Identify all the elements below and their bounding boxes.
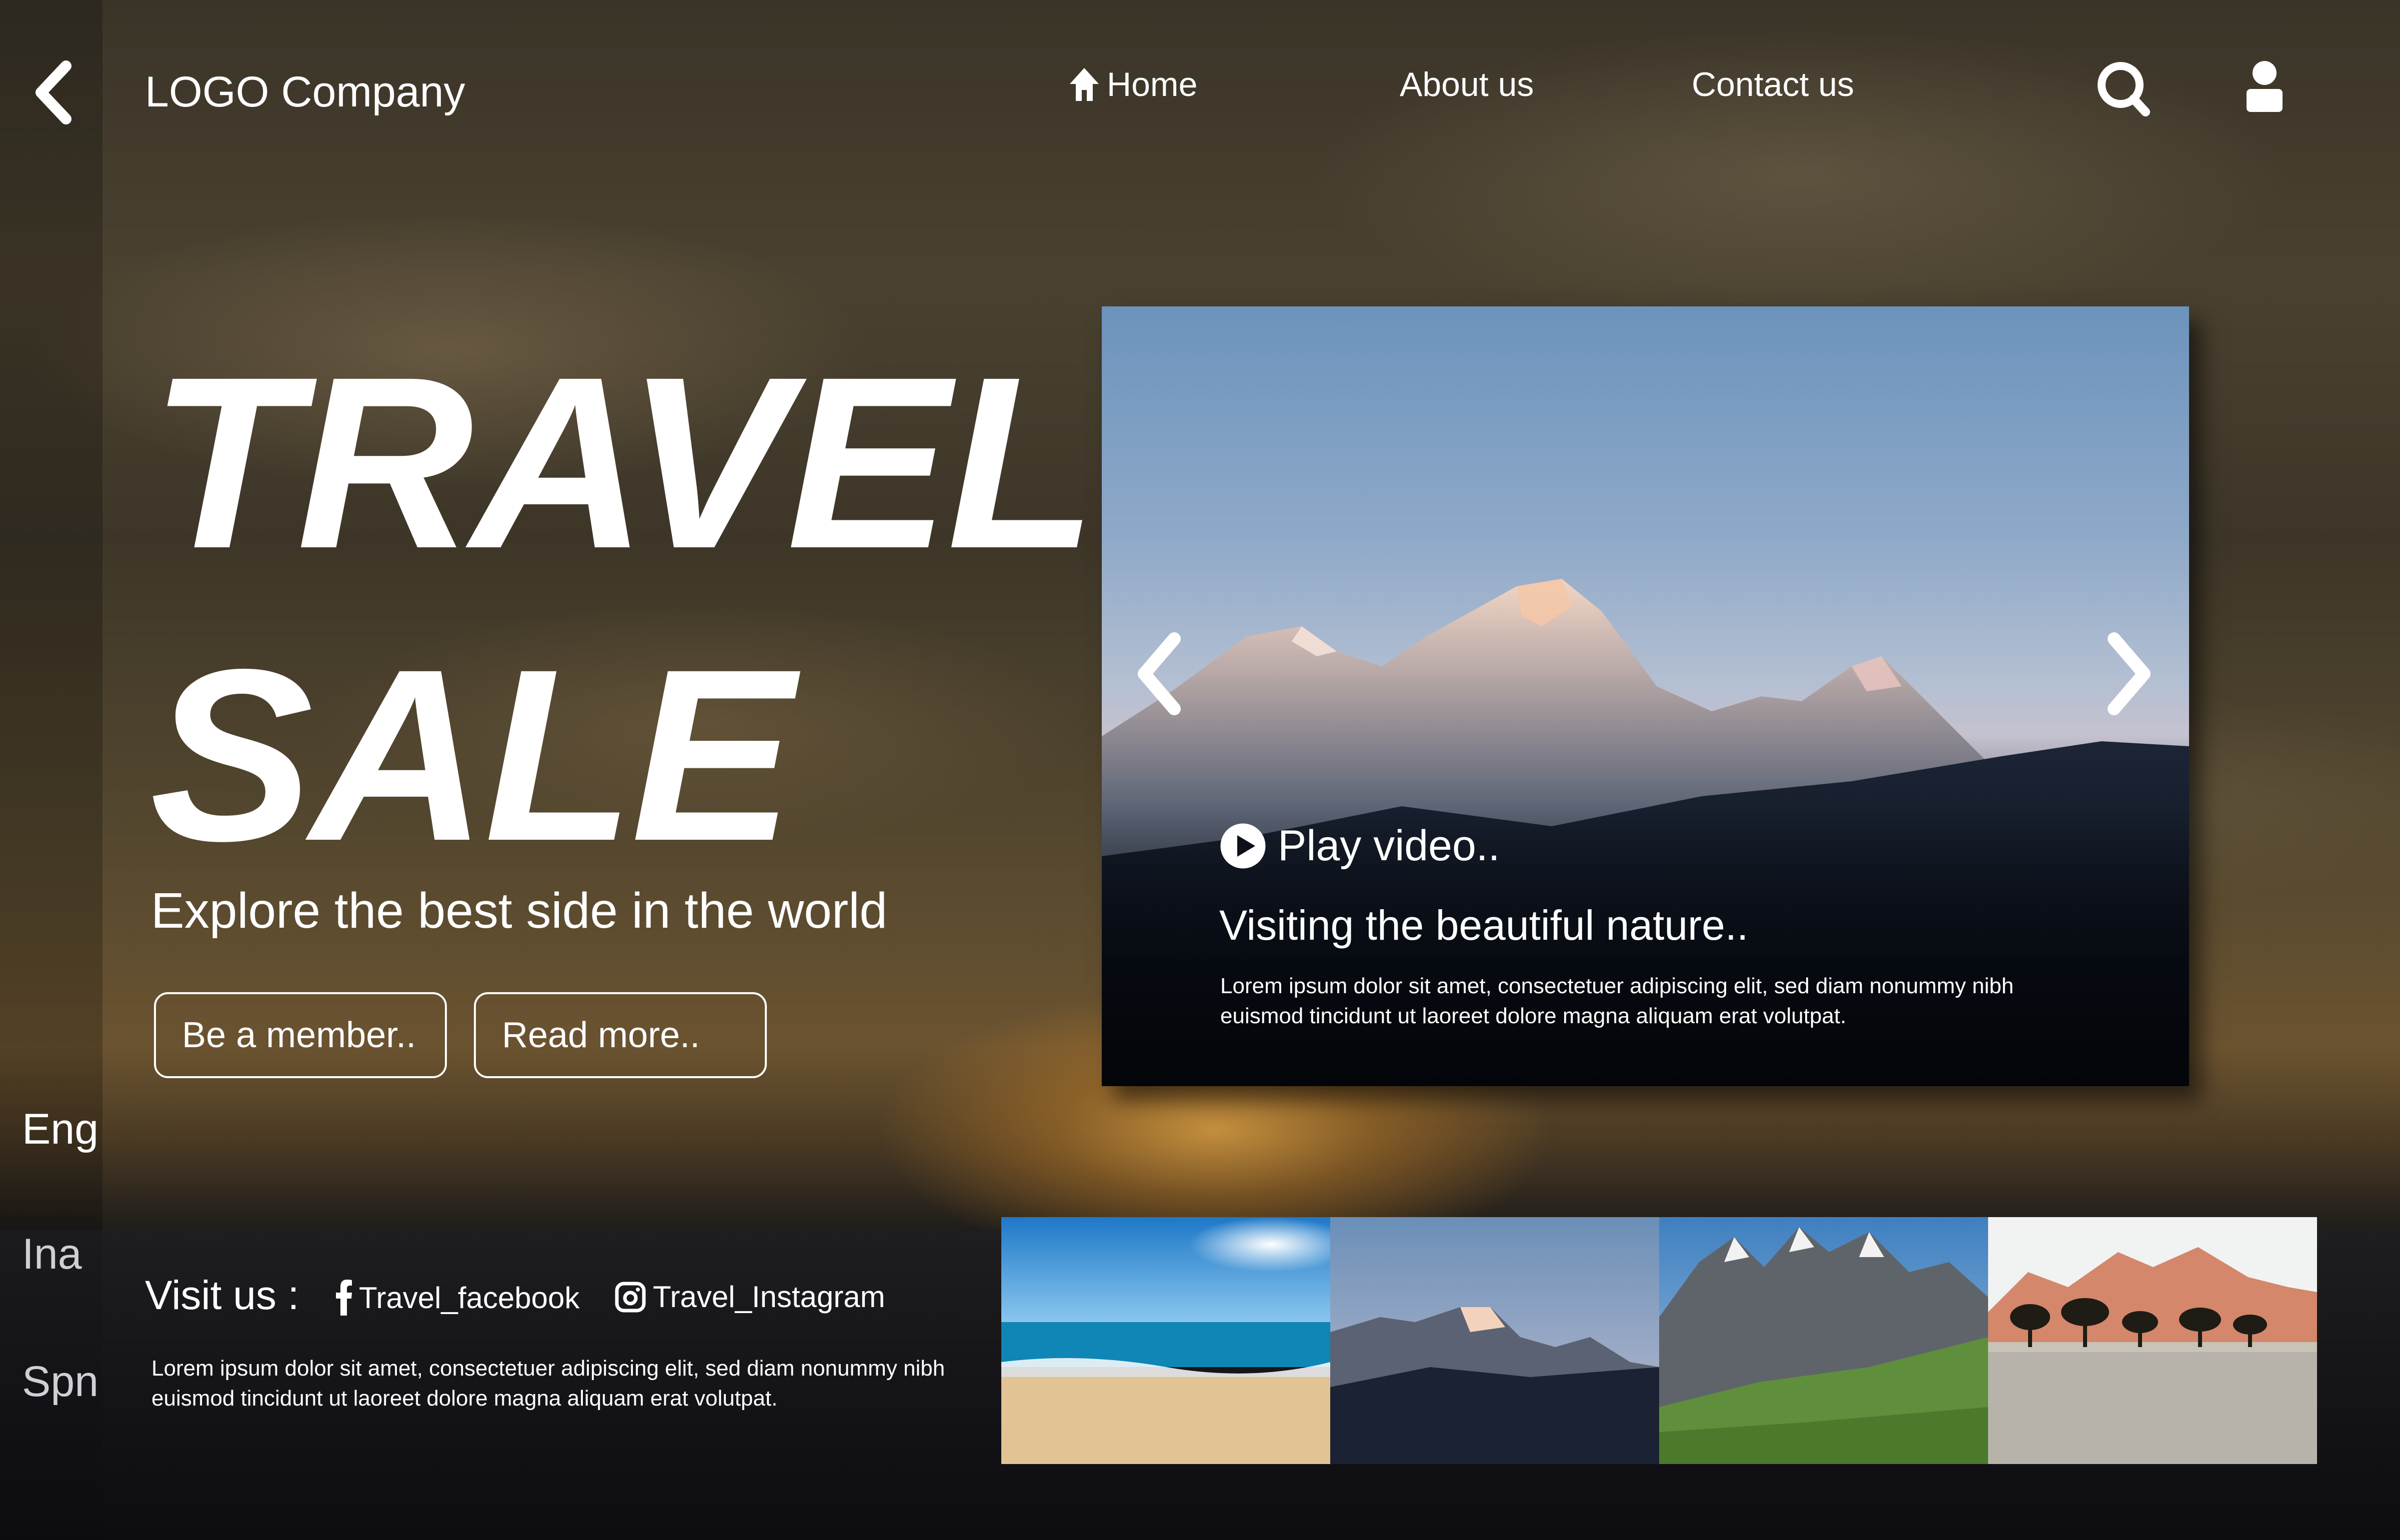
facebook-icon <box>336 1280 352 1316</box>
play-video-button[interactable]: Play video.. <box>1219 821 1500 871</box>
play-circle-icon <box>1220 823 1266 869</box>
hero-subtitle: Explore the best side in the world <box>151 883 888 939</box>
hero-title-line1: TRAVEL <box>150 325 1097 599</box>
user-icon[interactable] <box>2245 60 2285 112</box>
instagram-label: Travel_Instagram <box>653 1280 885 1314</box>
thumbnail-beach[interactable] <box>1001 1217 1330 1464</box>
facebook-label: Travel_facebook <box>359 1281 580 1315</box>
footer-description: Lorem ipsum dolor sit amet, consectetuer… <box>151 1356 945 1411</box>
snowy-peak-image <box>1330 1217 1659 1464</box>
be-member-button[interactable]: Be a member.. <box>154 992 447 1078</box>
instagram-link[interactable]: Travel_Instagram <box>615 1280 885 1314</box>
video-title: Visiting the beautiful nature.. <box>1219 902 1749 949</box>
read-more-button[interactable]: Read more.. <box>474 992 767 1078</box>
beach-image <box>1001 1217 1330 1464</box>
nav-about[interactable]: About us <box>1400 65 1534 104</box>
alpine-meadow-image <box>1659 1217 1988 1464</box>
home-icon <box>1070 68 1099 101</box>
savanna-image <box>1988 1217 2317 1464</box>
video-card[interactable]: Play video.. Visiting the beautiful natu… <box>1102 306 2189 1086</box>
thumbnail-savanna[interactable] <box>1988 1217 2317 1464</box>
nav-home[interactable]: Home <box>1069 65 1197 104</box>
nav-contact[interactable]: Contact us <box>1692 65 1854 104</box>
instagram-icon <box>615 1282 646 1312</box>
thumbnail-alpine-meadow[interactable] <box>1659 1217 1988 1464</box>
carousel-next-icon[interactable] <box>2102 631 2157 716</box>
video-description: Lorem ipsum dolor sit amet, consectetuer… <box>1220 974 2014 1028</box>
play-video-label: Play video.. <box>1278 822 1500 870</box>
carousel-prev-icon[interactable] <box>1132 631 1187 716</box>
nav-about-label: About us <box>1400 65 1534 103</box>
facebook-link[interactable]: Travel_facebook <box>336 1280 579 1316</box>
language-english[interactable]: Eng <box>22 1105 98 1154</box>
logo[interactable]: LOGO Company <box>145 67 465 117</box>
visit-us-label: Visit us : <box>145 1273 299 1318</box>
thumbnail-snowy-peak[interactable] <box>1330 1217 1659 1464</box>
language-indonesian[interactable]: Ina <box>22 1230 82 1279</box>
language-spanish[interactable]: Spn <box>22 1357 98 1407</box>
search-icon[interactable] <box>2096 60 2151 117</box>
nav-home-label: Home <box>1107 65 1198 103</box>
back-icon[interactable] <box>31 60 76 125</box>
nav-contact-label: Contact us <box>1692 65 1855 103</box>
hero-title-line2: SALE <box>150 618 794 892</box>
